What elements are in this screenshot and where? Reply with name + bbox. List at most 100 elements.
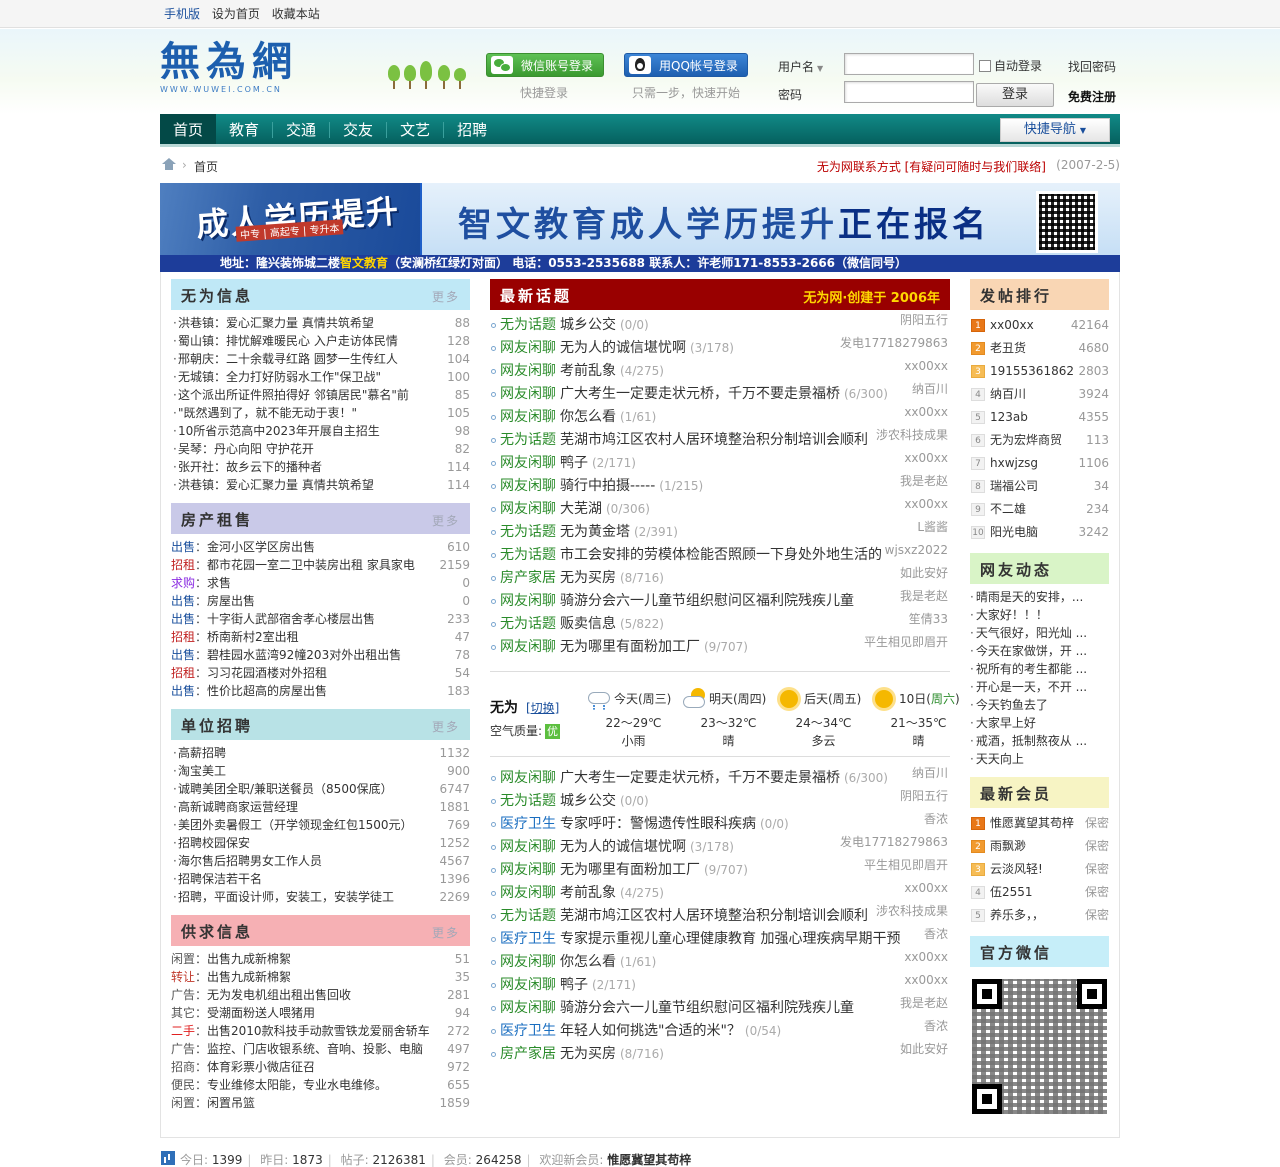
list-item-category[interactable]: 转让 bbox=[171, 970, 195, 984]
topic-author[interactable]: L酱酱 bbox=[917, 516, 948, 539]
list-item-title[interactable]: 淘宝美工 bbox=[178, 762, 226, 780]
rank-row[interactable]: 1 惟愿冀望其苟梓 保密 bbox=[970, 812, 1109, 835]
topic-title[interactable]: 无为人的诚信堪忧啊 (3/178) bbox=[560, 836, 734, 859]
feed-item-text[interactable]: 大家好！！！ bbox=[976, 608, 1048, 622]
feed-item-text[interactable]: 今天在家做饼，开 ... bbox=[976, 644, 1087, 658]
topic-category[interactable]: 网友闲聊 bbox=[500, 590, 556, 613]
topic-row[interactable]: 医疗卫生 年轻人如何挑选"合适的米"？ (0/54) 香浓 bbox=[490, 1019, 950, 1043]
qq-login-button[interactable]: 用QQ帐号登录 bbox=[624, 53, 748, 77]
rank-row[interactable]: 10 阳光电脑 3242 bbox=[970, 521, 1109, 544]
username-label[interactable]: 用户名 ▼ bbox=[778, 58, 823, 75]
ad-banner[interactable]: 成人学历提升 中专 | 高起专 | 专升本 智文教育成人学历提升正在报名 地址：… bbox=[160, 183, 1120, 272]
nav-item-education[interactable]: 教育 bbox=[216, 114, 272, 144]
topic-title[interactable]: 无为买房 (8/716) bbox=[560, 567, 664, 590]
topic-category[interactable]: 网友闲聊 bbox=[500, 475, 556, 498]
feed-item[interactable]: · 大家早上好 bbox=[970, 714, 1109, 732]
list-item-category[interactable]: 出售 bbox=[171, 540, 195, 554]
feed-item-text[interactable]: 晴雨是天的安排，... bbox=[976, 590, 1083, 604]
topic-category[interactable]: 网友闲聊 bbox=[500, 337, 556, 360]
list-item[interactable]: 出售：性价比超高的房屋出售 183 bbox=[171, 682, 470, 700]
topic-title[interactable]: 城乡公交 (0/0) bbox=[560, 314, 649, 337]
rank-name[interactable]: 瑞福公司 bbox=[990, 475, 1038, 498]
rank-name[interactable]: 19155361862 bbox=[990, 360, 1074, 383]
topic-category[interactable]: 网友闲聊 bbox=[500, 406, 556, 429]
topic-author[interactable]: 纳百川 bbox=[912, 378, 948, 401]
list-item-title[interactable]: 高新诚聘商家运营经理 bbox=[178, 798, 298, 816]
topic-category[interactable]: 网友闲聊 bbox=[500, 997, 556, 1020]
topic-row[interactable]: 网友闲聊 无为人的诚信堪忧啊 (3/178) 发电17718279863 bbox=[490, 336, 950, 360]
nav-item-home[interactable]: 首页 bbox=[160, 114, 217, 144]
list-item-title[interactable]: 无城镇：全力打好防弱水工作"保卫战" bbox=[178, 368, 381, 386]
topic-author[interactable]: 香浓 bbox=[924, 923, 948, 946]
topic-author[interactable]: 涉农科技成果 bbox=[876, 900, 948, 923]
topic-row[interactable]: 网友闲聊 鸭子 (2/171) xx00xx bbox=[490, 973, 950, 997]
list-item-title[interactable]: 高薪招聘 bbox=[178, 744, 226, 762]
topic-title[interactable]: 芜湖市鸠江区农村人居环境整治积分制培训会顺利 bbox=[560, 429, 868, 452]
feed-item[interactable]: · 今天在家做饼，开 ... bbox=[970, 642, 1109, 660]
list-item-title[interactable]: 求售 bbox=[207, 576, 231, 590]
list-item-category[interactable]: 二手 bbox=[171, 1024, 195, 1038]
list-item[interactable]: · 洪巷镇：爱心汇聚力量 真情共筑希望 114 bbox=[171, 476, 470, 494]
list-item-category[interactable]: 广告 bbox=[171, 988, 195, 1002]
list-item-title[interactable]: 习习花园酒楼对外招租 bbox=[207, 666, 327, 680]
topic-author[interactable]: 如此安好 bbox=[900, 562, 948, 585]
topic-category[interactable]: 无为话题 bbox=[500, 613, 556, 636]
topic-author[interactable]: 我是老赵 bbox=[900, 585, 948, 608]
list-item[interactable]: · 招聘校园保安 1252 bbox=[171, 834, 470, 852]
topic-row[interactable]: 房产家居 无为买房 (8/716) 如此安好 bbox=[490, 1042, 950, 1066]
rank-name[interactable]: 阳光电脑 bbox=[990, 521, 1038, 544]
list-item[interactable]: · 10所省示范高中2023年开展自主招生 98 bbox=[171, 422, 470, 440]
supply-more-link[interactable]: 更多 bbox=[432, 924, 460, 941]
topic-row[interactable]: 医疗卫生 专家提示重视儿童心理健康教育 加强心理疾病早期干预 香浓 bbox=[490, 927, 950, 951]
feed-item-text[interactable]: 天气很好，阳光灿 ... bbox=[976, 626, 1087, 640]
topic-title[interactable]: 鸭子 (2/171) bbox=[560, 974, 636, 997]
topic-category[interactable]: 无为话题 bbox=[500, 521, 556, 544]
topic-category[interactable]: 网友闲聊 bbox=[500, 951, 556, 974]
topic-author[interactable]: 发电17718279863 bbox=[840, 831, 948, 854]
list-item[interactable]: 招租：桥南新村2室出租 47 bbox=[171, 628, 470, 646]
rank-name[interactable]: 不二雄 bbox=[990, 498, 1026, 521]
topic-author[interactable]: 香浓 bbox=[924, 1015, 948, 1038]
topic-row[interactable]: 网友闲聊 大芜湖 (0/306) xx00xx bbox=[490, 497, 950, 521]
rank-name[interactable]: 养乐多，， bbox=[990, 904, 1044, 927]
list-item-category[interactable]: 其它 bbox=[171, 1006, 195, 1020]
list-item-category[interactable]: 招租 bbox=[171, 630, 195, 644]
list-item[interactable]: · 邢朝庆：二十余载寻红路 圆梦一生传红人 104 bbox=[171, 350, 470, 368]
contact-link[interactable]: 无为网联系方式 [有疑问可随时与我们联络] bbox=[817, 158, 1046, 175]
list-item[interactable]: · 吴琴：丹心向阳 守护花开 82 bbox=[171, 440, 470, 458]
list-item[interactable]: · 张开社：故乡云下的播种者 114 bbox=[171, 458, 470, 476]
topic-title[interactable]: 无为哪里有面粉加工厂 (9/707) bbox=[560, 636, 748, 659]
topic-row[interactable]: 网友闲聊 无为哪里有面粉加工厂 (9/707) 平生相见即眉开 bbox=[490, 635, 950, 659]
topic-author[interactable]: 平生相见即眉开 bbox=[864, 854, 948, 877]
list-item-category[interactable]: 出售 bbox=[171, 594, 195, 608]
topic-author[interactable]: xx00xx bbox=[904, 447, 948, 470]
topic-title[interactable]: 考前乱象 (4/275) bbox=[560, 360, 664, 383]
list-item[interactable]: · 招聘，平面设计师，安装工，安装学徒工 2269 bbox=[171, 888, 470, 906]
topic-category[interactable]: 网友闲聊 bbox=[500, 636, 556, 659]
list-item-title[interactable]: 洪巷镇：爱心汇聚力量 真情共筑希望 bbox=[178, 314, 374, 332]
topic-title[interactable]: 专家呼吁：警惕遗传性眼科疾病 (0/0) bbox=[560, 813, 789, 836]
rank-row[interactable]: 6 无为宏烨商贸 113 bbox=[970, 429, 1109, 452]
topic-title[interactable]: 市工会安排的劳模体检能否照顾一下身处外地生活的 bbox=[560, 544, 882, 567]
list-item-category[interactable]: 闲置 bbox=[171, 1096, 195, 1110]
rank-name[interactable]: 纳百川 bbox=[990, 383, 1026, 406]
topic-author[interactable]: 笙倩33 bbox=[909, 608, 948, 631]
list-item[interactable]: 出售：碧桂园水蓝湾92幢203对外出租出售 78 bbox=[171, 646, 470, 664]
topic-category[interactable]: 房产家居 bbox=[500, 567, 556, 590]
topic-category[interactable]: 无为话题 bbox=[500, 905, 556, 928]
list-item-category[interactable]: 招租 bbox=[171, 558, 195, 572]
topic-category[interactable]: 无为话题 bbox=[500, 544, 556, 567]
topic-row[interactable]: 网友闲聊 骑游分会六一儿童节组织慰问区福利院残疾儿童 我是老赵 bbox=[490, 996, 950, 1020]
list-item-title[interactable]: 邢朝庆：二十余载寻红路 圆梦一生传红人 bbox=[178, 350, 398, 368]
topic-category[interactable]: 网友闲聊 bbox=[500, 836, 556, 859]
topic-row[interactable]: 无为话题 市工会安排的劳模体检能否照顾一下身处外地生活的 wjsxz2022 bbox=[490, 543, 950, 567]
rank-row[interactable]: 3 19155361862 2803 bbox=[970, 360, 1109, 383]
topic-author[interactable]: 香浓 bbox=[924, 808, 948, 831]
topic-title[interactable]: 城乡公交 (0/0) bbox=[560, 790, 649, 813]
list-item[interactable]: · 高新诚聘商家运营经理 1881 bbox=[171, 798, 470, 816]
feed-item[interactable]: · 晴雨是天的安排，... bbox=[970, 588, 1109, 606]
topic-category[interactable]: 医疗卫生 bbox=[500, 813, 556, 836]
list-item-title[interactable]: 无为发电机组出租出售回收 bbox=[207, 988, 351, 1002]
list-item[interactable]: 广告：监控、门店收银系统、音响、投影、电脑 497 bbox=[171, 1040, 470, 1058]
topic-category[interactable]: 网友闲聊 bbox=[500, 498, 556, 521]
